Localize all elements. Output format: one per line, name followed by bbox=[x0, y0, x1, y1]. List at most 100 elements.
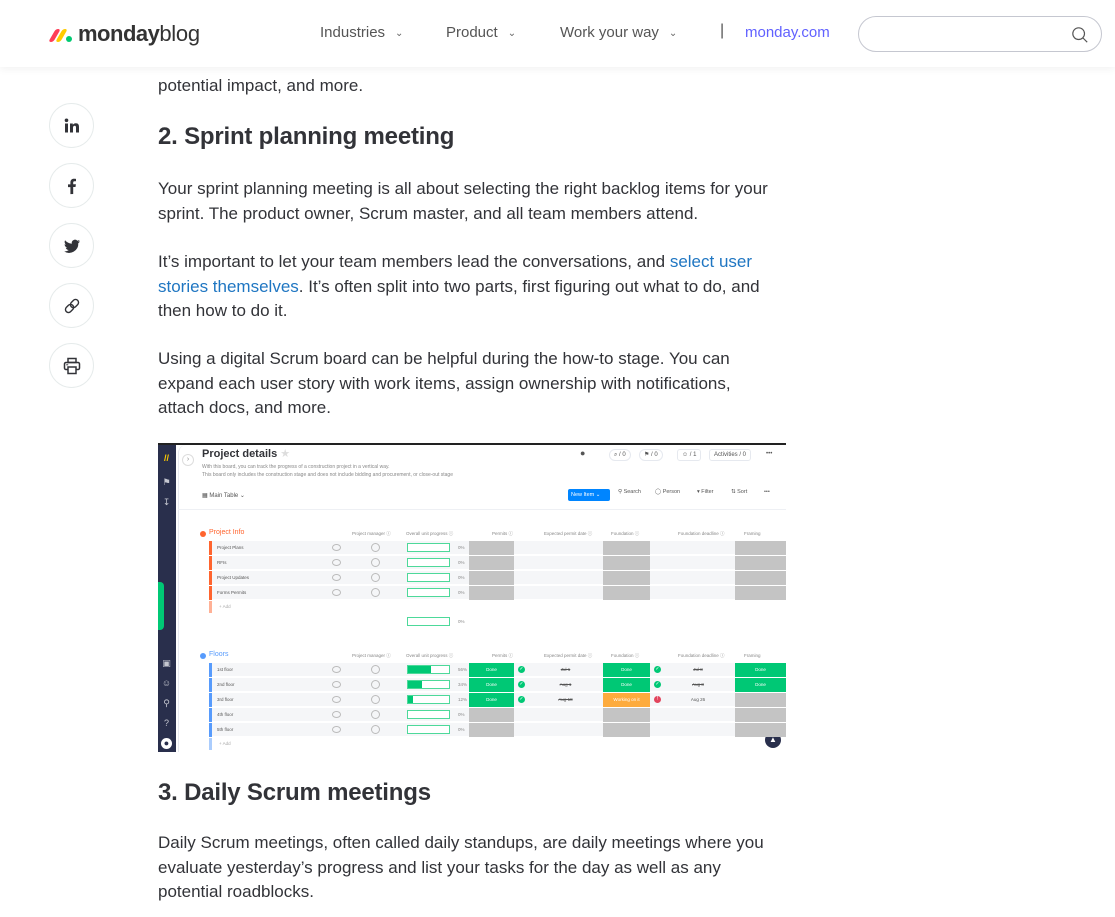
progress-bar bbox=[407, 665, 450, 674]
progress-percent: 12% bbox=[458, 697, 468, 702]
progress-bar bbox=[407, 617, 450, 626]
item-name: Project Updates bbox=[217, 575, 250, 580]
comment-icon bbox=[332, 589, 341, 596]
facebook-icon bbox=[67, 178, 76, 194]
framing-status: Done bbox=[735, 678, 786, 692]
site-header: monday blog Industries ⌄ Product ⌄ Work … bbox=[0, 0, 1115, 67]
add-item-row: + Add bbox=[209, 601, 786, 613]
share-linkedin-button[interactable] bbox=[49, 103, 94, 148]
search-box[interactable] bbox=[858, 16, 1102, 52]
group-title: Floors bbox=[209, 651, 229, 658]
column-header: Foundation ⓘ bbox=[611, 653, 640, 658]
new-item-button: New Item ⌄ bbox=[568, 489, 610, 501]
column-header: Project manager ⓘ bbox=[352, 531, 391, 536]
sort-label: Sort bbox=[737, 489, 748, 495]
person-icon bbox=[371, 588, 380, 597]
framing-status bbox=[735, 708, 786, 722]
person-icon bbox=[371, 573, 380, 582]
search-icon[interactable] bbox=[1071, 26, 1089, 44]
chevron-down-icon: ⌄ bbox=[395, 28, 404, 39]
expected-permit-date: Aug 1 bbox=[559, 682, 572, 687]
foundation-deadline bbox=[663, 541, 733, 555]
board-action: ☺ / 1 bbox=[677, 449, 702, 461]
column-header: Expected permit date ⓘ bbox=[544, 653, 593, 658]
link-icon bbox=[64, 298, 79, 313]
comment-icon bbox=[332, 726, 341, 733]
framing-status bbox=[735, 586, 786, 600]
monday-com-link[interactable]: monday.com bbox=[745, 24, 830, 41]
progress-fill bbox=[408, 696, 413, 703]
bell-icon: ⚑ bbox=[162, 477, 171, 487]
new-item-label: New Item bbox=[571, 492, 595, 498]
more-icon: ••• bbox=[762, 449, 777, 461]
item-name: 5th floor bbox=[217, 727, 234, 732]
foundation-status: Done bbox=[603, 663, 650, 677]
check-icon: ✓ bbox=[654, 666, 661, 673]
chevron-down-icon: ⌄ bbox=[668, 28, 678, 39]
expected-permit-date bbox=[528, 708, 603, 722]
group-title: Project Info bbox=[209, 529, 245, 536]
framing-status bbox=[735, 541, 786, 555]
progress-bar bbox=[407, 588, 450, 597]
column-header: Permits ⓘ bbox=[492, 531, 514, 536]
progress-bar bbox=[407, 558, 450, 567]
share-twitter-button[interactable] bbox=[49, 223, 94, 268]
progress-fill bbox=[408, 681, 422, 688]
permits-status bbox=[469, 541, 514, 555]
group-collapse-icon bbox=[200, 531, 206, 537]
item-name: 1st floor bbox=[217, 667, 234, 672]
foundation-deadline bbox=[663, 571, 733, 585]
monday-logo-icon: // bbox=[163, 453, 169, 463]
table-row: 5th floor 0% bbox=[209, 723, 786, 737]
monday-blog-logo[interactable]: monday blog bbox=[48, 19, 200, 49]
foundation-status bbox=[603, 708, 650, 722]
alert-icon: ! bbox=[654, 696, 661, 703]
framing-status: Done bbox=[735, 663, 786, 677]
share-facebook-button[interactable] bbox=[49, 163, 94, 208]
foundation-deadline bbox=[663, 556, 733, 570]
printer-icon bbox=[63, 357, 80, 374]
foundation-status bbox=[603, 571, 650, 585]
board-action: ⚑ / 0 bbox=[639, 449, 663, 461]
group-color-bar bbox=[209, 738, 212, 750]
person-label: Person bbox=[662, 489, 681, 495]
monday-logo-icon bbox=[48, 26, 74, 42]
item-name: RFIs bbox=[217, 560, 227, 565]
board-action: ⌕ / 0 bbox=[609, 449, 631, 461]
copy-link-button[interactable] bbox=[49, 283, 94, 328]
framing-status bbox=[735, 571, 786, 585]
comment-icon bbox=[332, 544, 341, 551]
sprint-planning-paragraph-1: Your sprint planning meeting is all abou… bbox=[158, 179, 768, 223]
column-header: Foundation ⓘ bbox=[611, 531, 640, 536]
comment-icon bbox=[332, 681, 341, 688]
search-input[interactable] bbox=[873, 25, 1063, 45]
section-heading-daily-scrum: 3. Daily Scrum meetings bbox=[158, 779, 431, 806]
board-description-2: This board only includes the constructio… bbox=[202, 472, 453, 478]
group-color-bar bbox=[209, 723, 212, 737]
search-label: Search bbox=[623, 489, 641, 495]
nav-industries-label: Industries bbox=[320, 24, 386, 41]
board-description-1: With this board, you can track the progr… bbox=[202, 464, 390, 470]
progress-bar bbox=[407, 680, 450, 689]
avatar-icon: ● bbox=[161, 738, 172, 749]
nav-product[interactable]: Product ⌄ bbox=[446, 24, 516, 41]
item-name: 4th floor bbox=[217, 712, 234, 717]
item-name: 3rd floor bbox=[217, 697, 234, 702]
table-row: Project Updates 0% bbox=[209, 571, 786, 585]
progress-fill bbox=[408, 666, 431, 673]
nav-work-your-way[interactable]: Work your way ⌄ bbox=[560, 24, 677, 41]
foundation-deadline bbox=[663, 586, 733, 600]
foundation-deadline bbox=[663, 708, 733, 722]
permits-status: Done bbox=[469, 693, 514, 707]
view-label: Main Table bbox=[209, 493, 239, 499]
board-title-text: Project details bbox=[202, 448, 278, 460]
group-color-bar bbox=[209, 571, 212, 585]
progress-percent: 0% bbox=[458, 619, 465, 624]
table-row: Forms Permits 0% bbox=[209, 586, 786, 600]
print-button[interactable] bbox=[49, 343, 94, 388]
nav-industries[interactable]: Industries ⌄ bbox=[320, 24, 403, 41]
nav-product-label: Product bbox=[446, 24, 498, 41]
framing-status bbox=[735, 556, 786, 570]
expand-icon: › bbox=[182, 454, 194, 466]
main-table-view: ▦ Main Table ⌄ bbox=[202, 493, 245, 499]
